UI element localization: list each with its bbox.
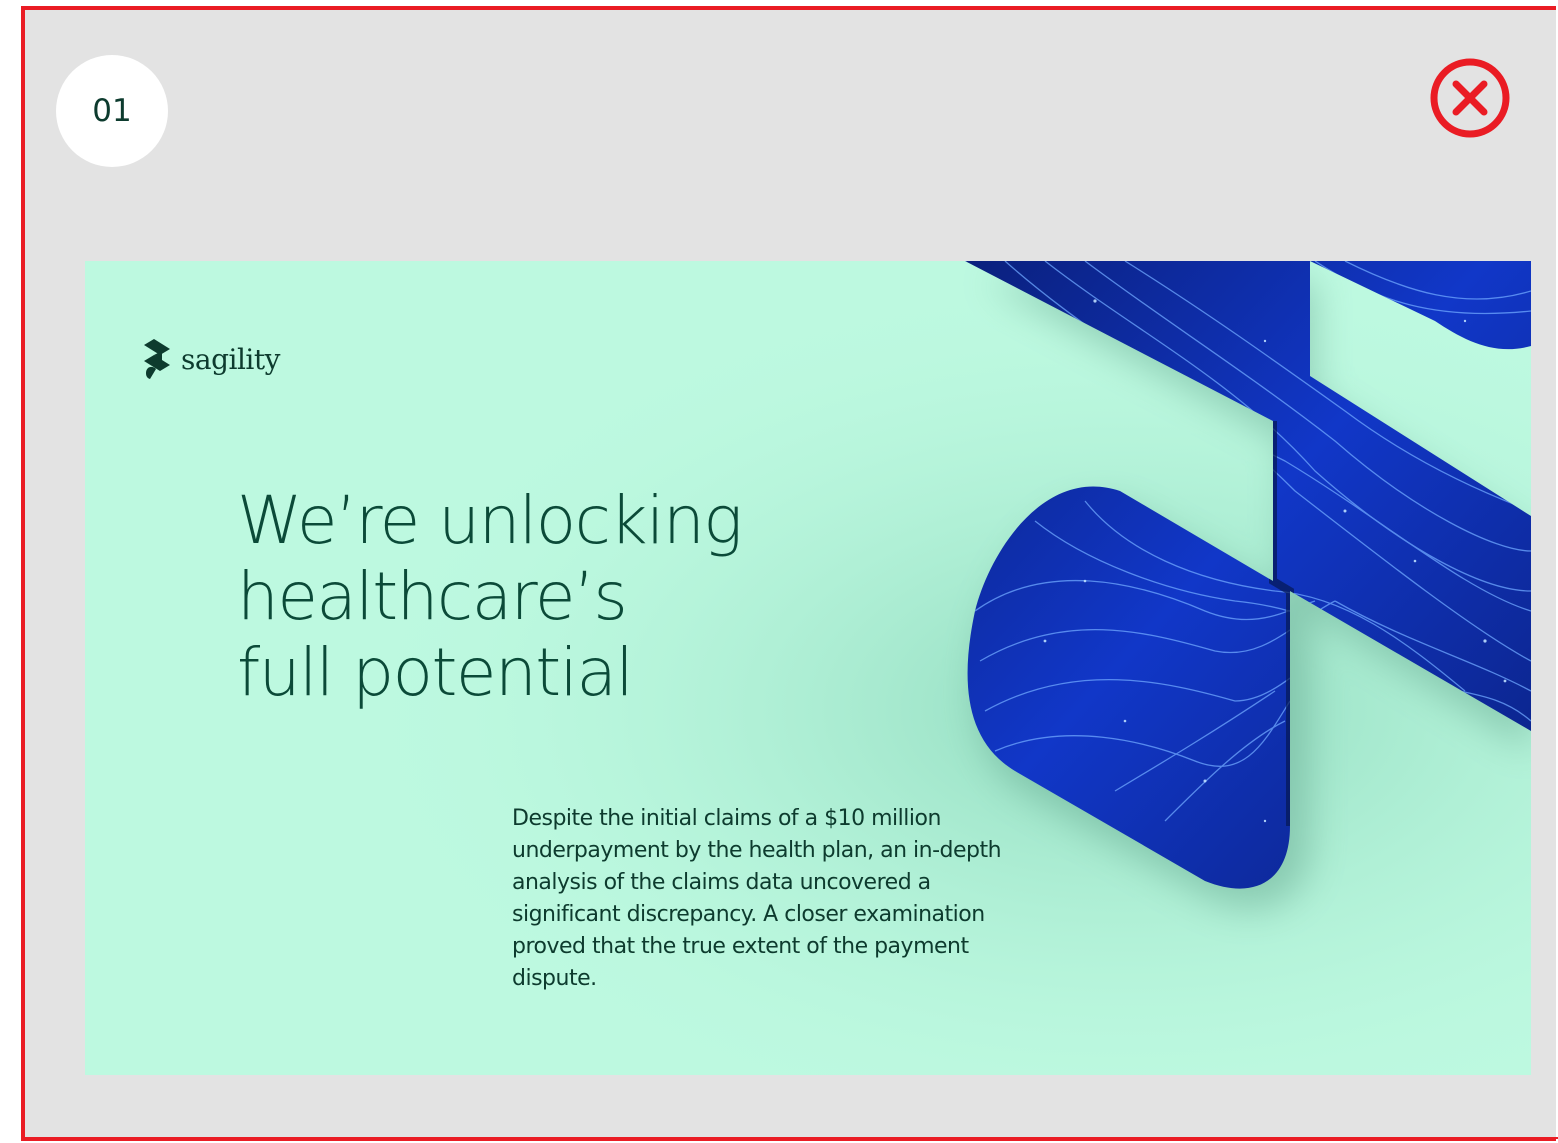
close-circle-icon [1430,58,1510,138]
sagility-wordmark: sagility [181,342,280,376]
slide-card: sagility We’re unlocking healthcare’s fu… [85,261,1531,1075]
slide-body-text: Despite the initial claims of a $10 mill… [512,806,1002,991]
sagility-logo: sagility [140,339,280,379]
modal-frame-bottom-border [21,1137,1558,1139]
close-button[interactable] [1428,56,1512,140]
headline-line-3: full potential [237,634,634,711]
step-number: 01 [92,93,132,129]
step-number-badge: 01 [56,55,168,167]
sagility-logo-icon [144,339,170,379]
headline-line-1: We’re unlocking [237,482,743,559]
slide-headline: We’re unlocking healthcare’s full potent… [237,483,877,711]
headline-line-2: healthcare’s [237,558,628,635]
